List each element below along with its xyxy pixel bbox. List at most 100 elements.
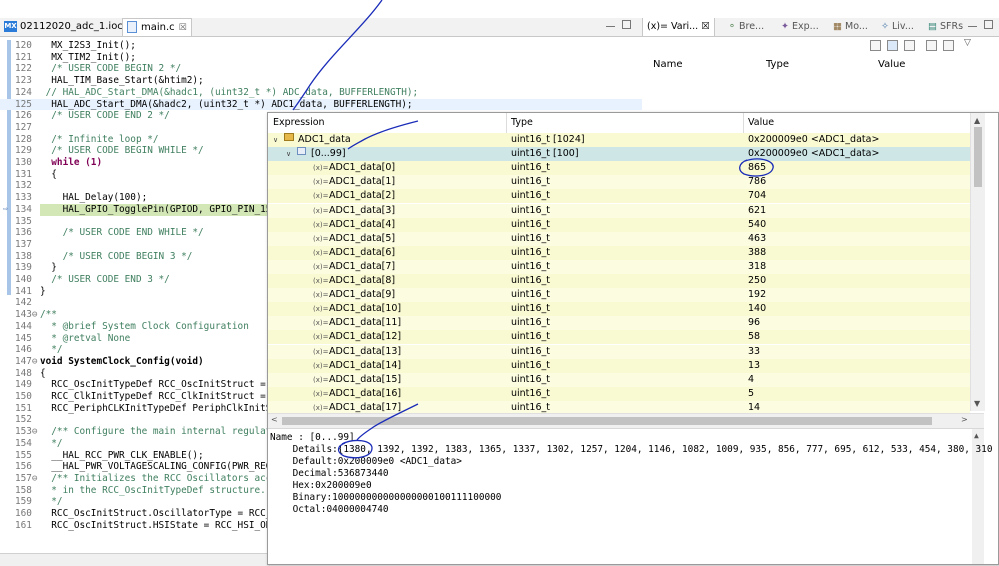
tab-live-expressions[interactable]: ✧ Liv... (881, 18, 914, 36)
tree-row[interactable]: ∨ [0...99] uint16_t [100] 0x200009e0 <ADC1_… (268, 147, 970, 162)
code-text: void SystemClock_Config(void) (40, 355, 204, 367)
scroll-left-icon[interactable]: < (271, 415, 278, 424)
tree-row[interactable]: (x)= ADC1_data[1] uint16_t 786 (268, 175, 970, 190)
expand-toggle-icon[interactable]: ∨ (273, 133, 278, 147)
line-number: 155 (15, 449, 32, 461)
details-pane[interactable]: ▲ Name : [0...99] Details:{1380, 1392, 1… (268, 428, 992, 564)
line-number: 140 (15, 274, 32, 285)
line-number: 129 (15, 145, 32, 157)
minimize-icon[interactable] (606, 26, 615, 28)
expression-cell: ADC1_data[15] (329, 373, 402, 385)
collapse-all-icon[interactable] (904, 40, 915, 51)
tree-row[interactable]: (x)= ADC1_data[2] uint16_t 704 (268, 189, 970, 204)
code-line[interactable]: 122 /* USER CODE BEGIN 2 */ (0, 63, 642, 75)
variable-icon: (x)= (313, 178, 329, 187)
scrollbar-thumb[interactable] (974, 127, 982, 187)
scrollbar-thumb[interactable] (282, 417, 932, 425)
tree-row[interactable]: (x)= ADC1_data[7] uint16_t 318 (268, 259, 970, 274)
type-cell: uint16_t [1024] (511, 134, 585, 145)
col-type: Type (766, 59, 789, 70)
scroll-up-icon[interactable]: ▲ (974, 116, 980, 125)
type-cell: uint16_t (511, 218, 550, 230)
column-divider[interactable] (743, 113, 744, 133)
code-text: /* Infinite loop */ (40, 133, 159, 145)
tab-variables[interactable]: (x)= Vari... ☒ (643, 18, 715, 36)
console-tab-strip[interactable] (0, 553, 270, 566)
close-icon[interactable]: ☒ (701, 21, 710, 32)
variable-icon: (x)= (313, 277, 329, 285)
close-icon[interactable]: ☒ (179, 23, 187, 33)
tree-row[interactable]: (x)= ADC1_data[4] uint16_t 540 (268, 217, 970, 232)
scroll-down-icon[interactable]: ▼ (974, 399, 980, 408)
vertical-scrollbar[interactable]: ▲ ▼ (970, 113, 985, 411)
line-number: 136 (15, 227, 32, 239)
export-icon[interactable] (943, 40, 954, 51)
line-number: 134 (15, 203, 32, 215)
tree-row[interactable]: (x)= ADC1_data[0] uint16_t 865 (268, 161, 970, 176)
tab-live-expressions-label: Liv... (892, 21, 914, 32)
tree-row[interactable]: (x)= ADC1_data[5] uint16_t 463 (268, 231, 970, 246)
debug-marker-icon[interactable]: ⇨ (3, 204, 8, 213)
line-number: 131 (15, 168, 32, 180)
tab-memory-label: Mo... (845, 21, 868, 32)
tab-breakpoints[interactable]: ⚬ Bre... (728, 18, 764, 36)
code-line[interactable]: 121 MX_TIM2_Init(); (0, 52, 642, 64)
tree-row[interactable]: (x)= ADC1_data[17] uint16_t 14 (268, 400, 970, 413)
code-text: HAL_ADC_Start_DMA(&hadc2, (uint32_t *) A… (40, 98, 413, 110)
code-line[interactable]: 123 HAL_TIM_Base_Start(&htim2); (0, 75, 642, 87)
variable-icon: (x)= (313, 262, 329, 271)
column-divider[interactable] (506, 113, 507, 133)
code-line[interactable]: 124 // HAL_ADC_Start_DMA(&hadc1, (uint32… (0, 87, 642, 99)
tree-row[interactable]: (x)= ADC1_data[12] uint16_t 58 (268, 330, 970, 345)
code-line[interactable]: 120 MX_I2S3_Init(); (0, 40, 642, 52)
code-line[interactable]: 125 HAL_ADC_Start_DMA(&hadc2, (uint32_t … (0, 98, 642, 111)
maximize-icon[interactable] (622, 20, 631, 29)
code-text: RCC_OscInitTypeDef RCC_OscInitStruct = (40, 379, 266, 391)
scroll-up-icon[interactable]: ▲ (974, 431, 979, 440)
maximize-icon[interactable] (984, 20, 993, 29)
tree-row[interactable]: (x)= ADC1_data[8] uint16_t 250 (268, 274, 970, 289)
type-cell: uint16_t (511, 387, 550, 399)
add-global-variables-icon[interactable] (926, 40, 937, 51)
tree-row[interactable]: (x)= ADC1_data[6] uint16_t 388 (268, 245, 970, 260)
tree-row[interactable]: ∨ ADC1_data uint16_t [1024] 0x200009e0 <ADC… (268, 133, 970, 148)
variables-header: Name Type Value (643, 56, 999, 74)
tab-memory[interactable]: ▦ Mo... (833, 18, 868, 36)
line-number: 133 (15, 192, 32, 204)
line-number: 151 (15, 402, 32, 414)
tab-expressions[interactable]: ✦ Exp... (781, 18, 819, 36)
variable-icon: (x)= (313, 347, 329, 356)
tree-row[interactable]: (x)= ADC1_data[13] uint16_t 33 (268, 344, 970, 359)
tree-row[interactable]: (x)= ADC1_data[9] uint16_t 192 (268, 288, 970, 303)
code-text: /** Initializes the RCC Oscillators acc (40, 472, 272, 484)
horizontal-scrollbar[interactable]: < > (268, 413, 984, 428)
tree-row[interactable]: (x)= ADC1_data[16] uint16_t 5 (268, 386, 970, 401)
variable-icon: (x)= (313, 206, 329, 215)
value-cell: 704 (748, 190, 767, 202)
variable-icon: (x)= (313, 361, 329, 370)
line-number: 138 (15, 250, 32, 262)
code-text: /* USER CODE BEGIN WHILE */ (40, 145, 204, 157)
value-cell: 786 (748, 176, 767, 188)
value-cell: 192 (748, 289, 767, 301)
value-cell: 540 (748, 218, 767, 230)
value-cell: 33 (748, 345, 761, 357)
tree-row[interactable]: (x)= ADC1_data[10] uint16_t 140 (268, 302, 970, 317)
show-type-names-icon[interactable] (870, 40, 881, 51)
type-cell: uint16_t (511, 176, 550, 188)
type-cell: uint16_t (511, 204, 550, 216)
expression-cell: ADC1_data[16] (329, 387, 402, 399)
editor-tab-main-c[interactable]: main.c ☒ (122, 18, 192, 36)
tree-row[interactable]: (x)= ADC1_data[11] uint16_t 96 (268, 316, 970, 331)
value-cell: 0x200009e0 <ADC1_data> (748, 134, 880, 145)
editor-tab-ioc[interactable]: MX 02112020_adc_1.ioc (0, 18, 128, 36)
chevron-down-icon[interactable]: ▽ (964, 38, 971, 48)
tree-row[interactable]: (x)= ADC1_data[14] uint16_t 13 (268, 358, 970, 373)
scroll-right-icon[interactable]: > (961, 415, 968, 424)
expand-toggle-icon[interactable]: ∨ (286, 147, 291, 161)
tab-sfrs[interactable]: ▤ SFRs (928, 18, 963, 36)
show-logical-structure-icon[interactable] (887, 40, 898, 51)
tree-row[interactable]: (x)= ADC1_data[15] uint16_t 4 (268, 372, 970, 387)
tree-row[interactable]: (x)= ADC1_data[3] uint16_t 621 (268, 203, 970, 218)
minimize-icon[interactable] (968, 26, 977, 28)
